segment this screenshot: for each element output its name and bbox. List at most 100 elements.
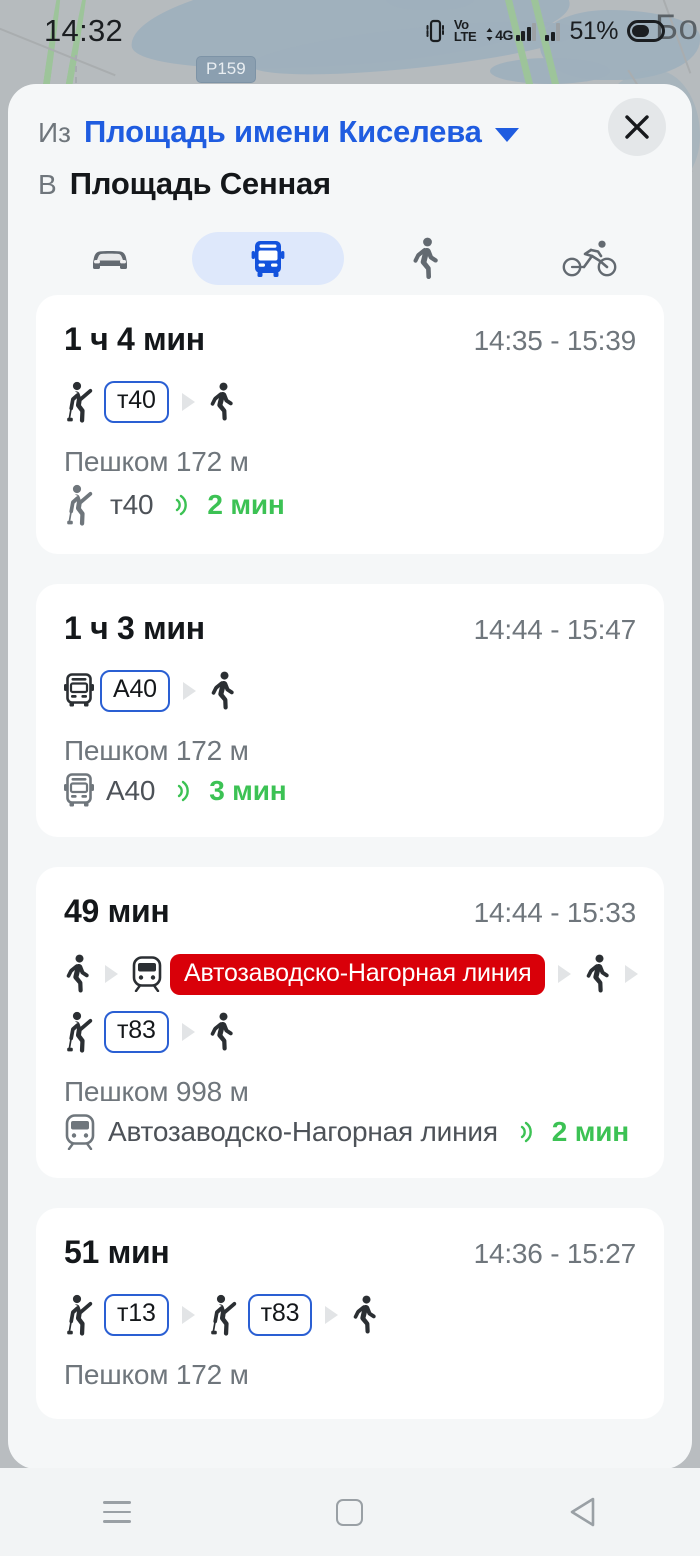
route-segment-row: т13 т83 (64, 1293, 636, 1337)
walk-icon (64, 954, 92, 994)
route-card[interactable]: 1 ч 4 мин 14:35 - 15:39 т40 Пешком 172 м т40… (36, 295, 664, 554)
nav-home-button[interactable] (233, 1498, 466, 1526)
bus-front-icon (64, 673, 94, 709)
close-icon (623, 113, 651, 141)
route-number-badge: т13 (104, 1294, 169, 1336)
route-times: 14:35 - 15:39 (473, 325, 637, 356)
tab-bike[interactable] (508, 232, 672, 285)
nav-back-button[interactable] (467, 1496, 700, 1528)
route-segment: т13 (64, 1294, 169, 1336)
route-next-departure: А40 3 мин (64, 773, 636, 809)
route-number-badge: А40 (100, 670, 170, 712)
volte-icon: Vo LTE (454, 18, 477, 43)
from-value[interactable]: Площадь имени Киселева (84, 114, 482, 150)
route-sheet: Из Площадь имени Киселева В Площадь Сенн… (8, 84, 692, 1469)
route-segment-row: Автозаводско-Нагорная линия (64, 952, 639, 996)
segment-arrow-icon (105, 965, 118, 983)
route-next-departure: Автозаводско-Нагорная линия 2 мин (64, 1114, 636, 1150)
route-details: Пешком 172 м т40 2 мин (64, 446, 636, 526)
next-departure-eta: 2 мин (207, 489, 285, 520)
route-times: 14:44 - 15:47 (473, 614, 637, 645)
bicycle-icon (562, 240, 618, 278)
routes-list: 1 ч 4 мин 14:35 - 15:39 т40 Пешком 172 м т40… (36, 295, 664, 1419)
from-prefix-label: Из (38, 117, 71, 148)
route-segment-row: т83 (64, 1010, 636, 1054)
route-times: 14:44 - 15:33 (473, 897, 637, 928)
route-duration: 1 ч 3 мин (64, 610, 205, 646)
metro-train-icon (64, 1114, 96, 1150)
route-number-badge: т83 (104, 1011, 169, 1053)
realtime-wave-wrap (175, 490, 197, 520)
route-segment: Автозаводско-Нагорная линия (131, 953, 546, 995)
android-nav-bar (0, 1468, 700, 1556)
walk-icon (209, 671, 237, 711)
route-walk-distance: Пешком 172 м (64, 446, 249, 477)
segment-arrow-icon (181, 1023, 195, 1041)
to-value[interactable]: Площадь Сенная (70, 166, 331, 202)
status-time: 14:32 (44, 13, 124, 48)
segment-arrow-icon (181, 393, 195, 411)
back-triangle-icon (568, 1496, 598, 1528)
tab-walk[interactable] (344, 232, 508, 285)
route-duration: 51 мин (64, 1234, 170, 1270)
realtime-wave-wrap (177, 776, 199, 806)
next-departure-label: т40 (110, 489, 154, 520)
route-segments: Автозаводско-Нагорная линия т83 (64, 952, 639, 1054)
chevron-down-icon[interactable] (494, 128, 519, 142)
segment-arrow-icon (181, 1306, 195, 1324)
route-card[interactable]: 49 мин 14:44 - 15:33 Автозаводско-Нагорная… (36, 867, 664, 1178)
tab-car[interactable] (28, 232, 192, 285)
route-walk-distance: Пешком 172 м (64, 1359, 249, 1390)
route-card-header: 49 мин 14:44 - 15:33 (64, 893, 636, 930)
route-segments: т40 (64, 380, 636, 424)
route-segment (64, 954, 92, 994)
route-details: Пешком 172 м А40 3 мин (64, 735, 636, 809)
route-duration: 49 мин (64, 893, 170, 929)
route-segment-row: А40 (64, 669, 636, 713)
segment-arrow-icon (625, 965, 639, 983)
data-arrows-icon (486, 27, 493, 41)
walk-icon (584, 954, 612, 994)
network-type-label: 4G (495, 27, 513, 43)
route-to-row[interactable]: В Площадь Сенная (38, 166, 664, 202)
route-segments: т13 т83 (64, 1293, 636, 1337)
route-card-header: 1 ч 4 мин 14:35 - 15:39 (64, 321, 636, 358)
trolleybus-stop-icon (64, 484, 98, 526)
route-segment (208, 382, 236, 422)
next-departure-label: А40 (106, 775, 156, 806)
route-times: 14:36 - 15:27 (473, 1238, 637, 1269)
route-segment (208, 1012, 236, 1052)
to-prefix-label: В (38, 169, 57, 200)
segment-arrow-icon (325, 1306, 339, 1324)
realtime-wave-icon (520, 1117, 542, 1147)
walk-icon (411, 237, 441, 281)
route-segments: А40 (64, 669, 636, 713)
menu-icon (102, 1501, 131, 1523)
battery-percent-label: 51% (569, 16, 618, 45)
vibrate-icon (425, 18, 445, 44)
segment-arrow-icon (182, 682, 196, 700)
walk-icon (208, 382, 236, 422)
nav-recents-button[interactable] (0, 1501, 233, 1523)
realtime-wave-icon (177, 776, 199, 806)
realtime-wave-icon (175, 490, 197, 520)
route-details: Пешком 998 м Автозаводско-Нагорная линия 2… (64, 1076, 636, 1150)
tab-transit[interactable] (192, 232, 344, 285)
car-icon (87, 244, 133, 274)
route-segment-row: т40 (64, 380, 636, 424)
route-from-row[interactable]: Из Площадь имени Киселева (38, 114, 664, 150)
route-number-badge: т40 (104, 381, 169, 423)
route-card[interactable]: 51 мин 14:36 - 15:27 т13 т83 Пешком 172 м (36, 1208, 664, 1419)
route-card[interactable]: 1 ч 3 мин 14:44 - 15:47 А40 Пешком 172 м А40… (36, 584, 664, 837)
bus-front-icon (64, 773, 94, 809)
metro-train-icon (131, 956, 163, 992)
route-segment: т40 (64, 381, 169, 423)
walk-icon (208, 1012, 236, 1052)
metro-line-badge: Автозаводско-Нагорная линия (170, 953, 546, 995)
route-segment (584, 954, 612, 994)
status-bar: 14:32 Vo LTE 4G 51% (0, 0, 700, 62)
network-signal-group: 4G (485, 21, 537, 43)
route-next-departure: т40 2 мин (64, 484, 636, 526)
signal-bars-secondary-icon (545, 21, 561, 41)
close-button[interactable] (608, 98, 666, 156)
